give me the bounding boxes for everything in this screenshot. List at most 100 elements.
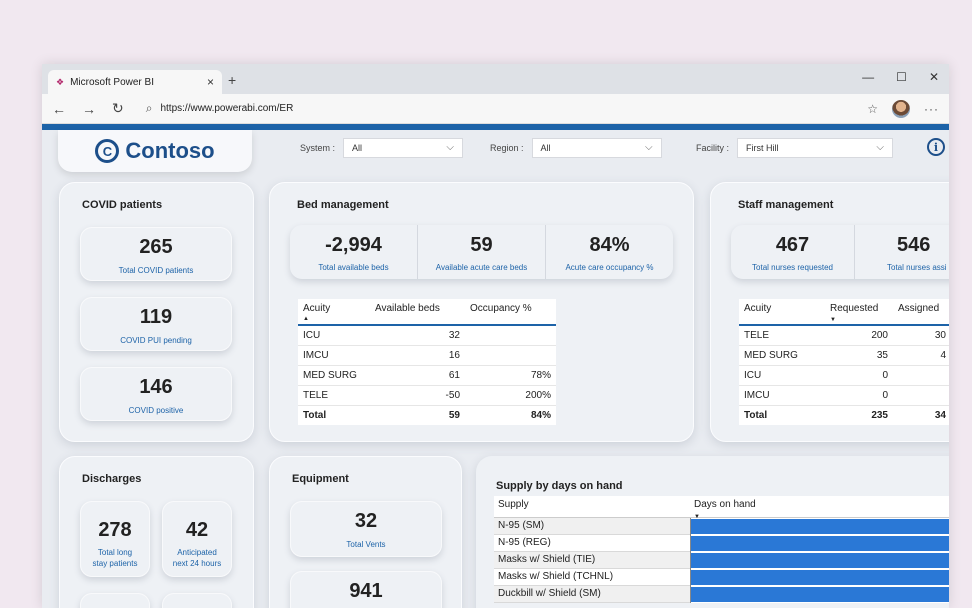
days-bar [691, 587, 949, 602]
column-header-acuity[interactable]: Acuity ▲ [298, 299, 370, 326]
kpi-label: Total long stay patients [80, 547, 150, 569]
cell: 30 [893, 325, 949, 346]
card-title: COVID patients [82, 199, 163, 211]
logo-text: Contoso [125, 138, 215, 163]
kpi-value: -2,994 [325, 234, 382, 256]
back-icon[interactable]: ← [52, 101, 66, 117]
title-bar: ❖ Microsoft Power BI × + — ☐ ✕ [42, 64, 949, 94]
refresh-icon[interactable]: ↻ [112, 100, 124, 117]
info-icon[interactable]: i [927, 138, 945, 156]
supply-card: Supply by days on hand Supply Days on ha… [476, 456, 949, 608]
table-total-row: Total 235 34 [739, 404, 949, 425]
cell: MED SURG [739, 345, 825, 366]
system-select[interactable]: All ⌵ [343, 138, 464, 158]
column-header-acuity[interactable]: Acuity [739, 299, 825, 326]
kpi-value: 146 [139, 376, 173, 398]
kpi-label-line: Anticipated [177, 548, 217, 557]
supply-name: Duckbill w/ Shield (SM) [494, 586, 690, 603]
column-header-supply[interactable]: Supply [494, 496, 690, 517]
kpi-covid-positive: 146 COVID positive [80, 367, 232, 421]
close-window-icon[interactable]: ✕ [929, 70, 939, 84]
kpi-nurses-assigned: 546 Total nurses assi [855, 225, 949, 279]
url-field[interactable]: https://www.powerabi.com/ER [160, 103, 293, 114]
maximize-icon[interactable]: ☐ [896, 70, 907, 84]
kpi-total-covid: 265 Total COVID patients [80, 227, 232, 281]
kpi-label: Available acute care beds [435, 263, 528, 272]
column-header-requested[interactable]: Requested ▼ [825, 299, 893, 326]
search-icon: ⌕ [145, 101, 153, 115]
staff-management-card: Staff management 467 Total nurses reques… [710, 182, 949, 442]
cell: IMCU [739, 385, 825, 406]
new-tab-icon[interactable]: + [228, 72, 236, 88]
kpi-value: 84% [589, 234, 630, 256]
chevron-down-icon: ⌵ [876, 142, 885, 153]
column-header-days-on-hand[interactable]: Days on hand ▼ [690, 496, 760, 520]
header-label: Requested [830, 303, 879, 314]
cell: 32 [370, 325, 465, 346]
cell: 0 [825, 385, 893, 406]
more-menu-icon[interactable]: ··· [924, 102, 939, 116]
kpi-value: 32 [354, 510, 378, 532]
url-path: /ER [276, 103, 294, 114]
kpi-label-line: next 24 hours [172, 559, 222, 568]
table-row[interactable]: TELE 200 30 [739, 325, 949, 346]
chevron-down-icon: ⌵ [644, 142, 653, 153]
table-row[interactable]: ICU 32 [298, 325, 556, 346]
supply-name: N-95 (REG) [494, 535, 690, 552]
kpi-total-vents: 32 Total Vents [290, 501, 442, 557]
cell: 35 [825, 345, 893, 366]
cell: 78% [465, 365, 556, 386]
kpi-equipment-2: 941 [290, 571, 442, 608]
table-row[interactable]: MED SURG 35 4 [739, 345, 949, 366]
supply-row[interactable]: Masks w/ Shield (TCHNL) [494, 569, 949, 586]
tab-title: Microsoft Power BI [70, 76, 154, 88]
kpi-label: Total COVID patients [118, 266, 194, 275]
kpi-placeholder [80, 593, 150, 608]
column-header-assigned[interactable]: Assigned [893, 299, 949, 326]
cell: ICU [739, 365, 825, 386]
column-header-available-beds[interactable]: Available beds [370, 299, 465, 326]
forward-icon[interactable]: → [82, 101, 96, 117]
cell: 200% [465, 385, 556, 406]
kpi-label: Anticipated next 24 hours [162, 547, 232, 569]
tab-close-icon[interactable]: × [207, 75, 214, 89]
kpi-placeholder [162, 593, 232, 608]
cell: 200 [825, 325, 893, 346]
kpi-nurses-requested: 467 Total nurses requested [731, 225, 855, 279]
kpi-value: 265 [139, 236, 173, 258]
cell: 59 [370, 404, 465, 425]
bar-cell [690, 569, 949, 586]
region-select[interactable]: All ⌵ [531, 138, 662, 158]
kpi-value: 941 [349, 580, 383, 602]
cell: 235 [825, 404, 893, 425]
browser-tab[interactable]: ❖ Microsoft Power BI × [48, 70, 222, 94]
table-row[interactable]: TELE -50 200% [298, 385, 556, 406]
table-row[interactable]: MED SURG 61 78% [298, 365, 556, 386]
minimize-icon[interactable]: — [862, 70, 874, 84]
column-header-occupancy[interactable]: Occupancy % [465, 299, 556, 326]
bar-cell [690, 518, 949, 535]
facility-select[interactable]: First Hill ⌵ [737, 138, 894, 158]
avatar[interactable] [892, 99, 910, 118]
table-row[interactable]: ICU 0 [739, 365, 949, 386]
kpi-covid-pui: 119 COVID PUI pending [80, 297, 232, 351]
kpi-label: Total nurses assi [887, 263, 947, 272]
supply-row[interactable]: Duckbill w/ Shield (SM) [494, 586, 949, 603]
table-row[interactable]: IMCU 0 [739, 385, 949, 406]
table-row[interactable]: IMCU 16 [298, 345, 556, 366]
kpi-label-line: stay patients [92, 559, 138, 568]
supply-name: N-95 (SM) [494, 518, 690, 535]
supply-name: Masks w/ Shield (TCHNL) [494, 569, 690, 586]
favorite-star-icon[interactable]: ☆ [867, 102, 878, 116]
days-bar [691, 536, 949, 551]
bed-management-card: Bed management -2,994 Total available be… [269, 182, 694, 442]
supply-row[interactable]: N-95 (REG) [494, 535, 949, 552]
filter-value: All [540, 143, 551, 153]
contoso-logo: C Contoso [58, 130, 252, 172]
supply-row[interactable]: Masks w/ Shield (TIE) [494, 552, 949, 569]
cell: TELE [298, 385, 370, 406]
staff-kpi-strip: 467 Total nurses requested 546 Total nur… [731, 225, 949, 279]
supply-row[interactable]: N-95 (SM) [494, 518, 949, 535]
filter-label: System : [300, 143, 336, 153]
cell: -50 [370, 385, 465, 406]
